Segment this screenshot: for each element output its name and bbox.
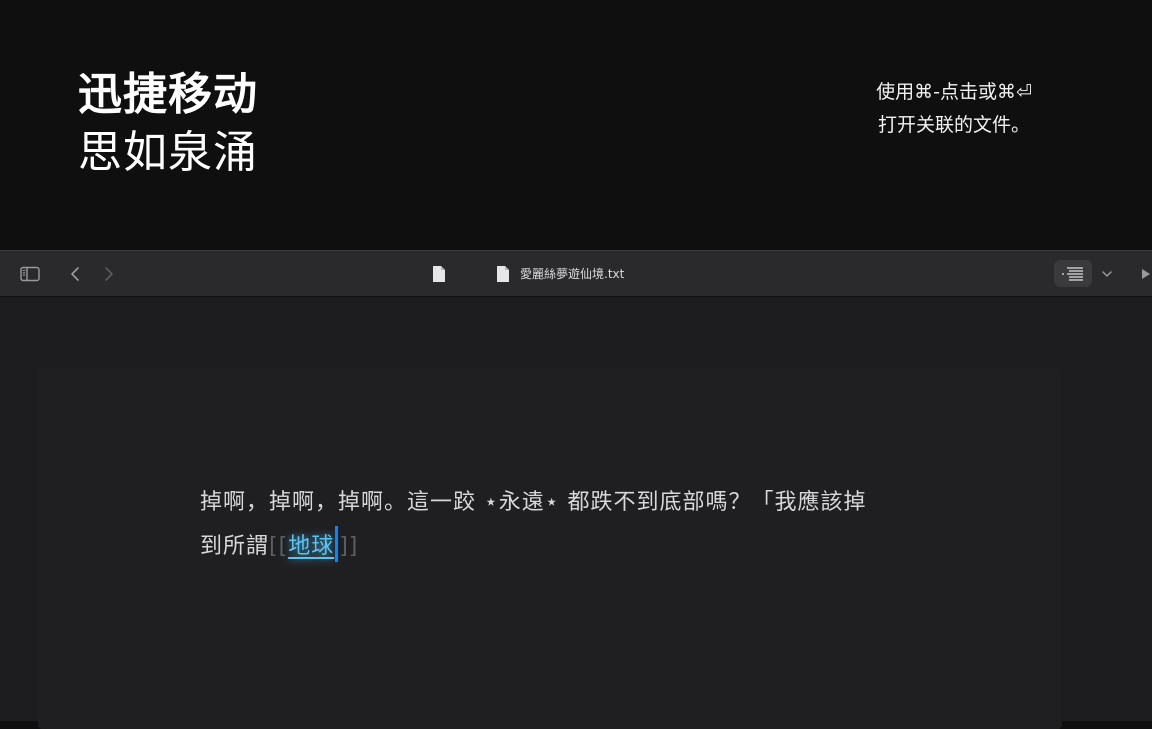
wikilink-open-bracket: [[ xyxy=(269,534,289,559)
wikilink[interactable]: 地球 xyxy=(288,534,334,559)
wikilink-close-bracket: ]] xyxy=(339,534,359,559)
headline-regular: 思如泉涌 xyxy=(78,127,258,178)
headline-bold: 迅捷移动 xyxy=(78,69,258,120)
text-line-2-prefix: 到所謂 xyxy=(200,534,270,559)
outline-list-icon[interactable] xyxy=(1054,260,1092,287)
headline: 迅捷移动 思如泉涌 xyxy=(78,66,258,182)
play-icon[interactable] xyxy=(1138,251,1152,296)
file-title: 愛麗絲夢遊仙境.txt xyxy=(520,267,625,281)
editor-text[interactable]: 掉啊，掉啊，掉啊。這一跤 ⋆永遠⋆ 都跌不到底部嗎？「我應該掉 到所謂[[地球]… xyxy=(200,481,960,569)
text-line-1: 掉啊，掉啊，掉啊。這一跤 ⋆永遠⋆ 都跌不到底部嗎？「我應該掉 xyxy=(200,490,867,515)
editor-window: 愛麗絲夢遊仙境.txt 掉啊，掉啊，掉啊。這一跤 ⋆永遠⋆ 都跌不到底部嗎？「我… xyxy=(0,250,1152,729)
chevron-down-icon[interactable] xyxy=(1098,251,1116,296)
toolbar: 愛麗絲夢遊仙境.txt xyxy=(0,251,1152,297)
text-caret xyxy=(335,526,339,562)
shortcut-hint: 使用⌘-点击或⌘⏎ 打开关联的文件。 xyxy=(834,76,1074,142)
file-title-group[interactable]: 愛麗絲夢遊仙境.txt xyxy=(496,251,624,296)
promo-banner: 迅捷移动 思如泉涌 使用⌘-点击或⌘⏎ 打开关联的文件。 xyxy=(0,0,1152,250)
editor-area[interactable]: 掉啊，掉啊，掉啊。這一跤 ⋆永遠⋆ 都跌不到底部嗎？「我應該掉 到所謂[[地球]… xyxy=(38,369,1062,729)
sidebar-toggle-icon[interactable] xyxy=(16,251,44,296)
hint-line-1: 使用⌘-点击或⌘⏎ xyxy=(876,81,1032,103)
forward-chevron-icon[interactable] xyxy=(98,251,120,296)
document-icon[interactable] xyxy=(428,251,450,296)
file-document-icon xyxy=(496,265,510,283)
back-chevron-icon[interactable] xyxy=(64,251,86,296)
hint-line-2: 打开关联的文件。 xyxy=(877,114,1030,136)
